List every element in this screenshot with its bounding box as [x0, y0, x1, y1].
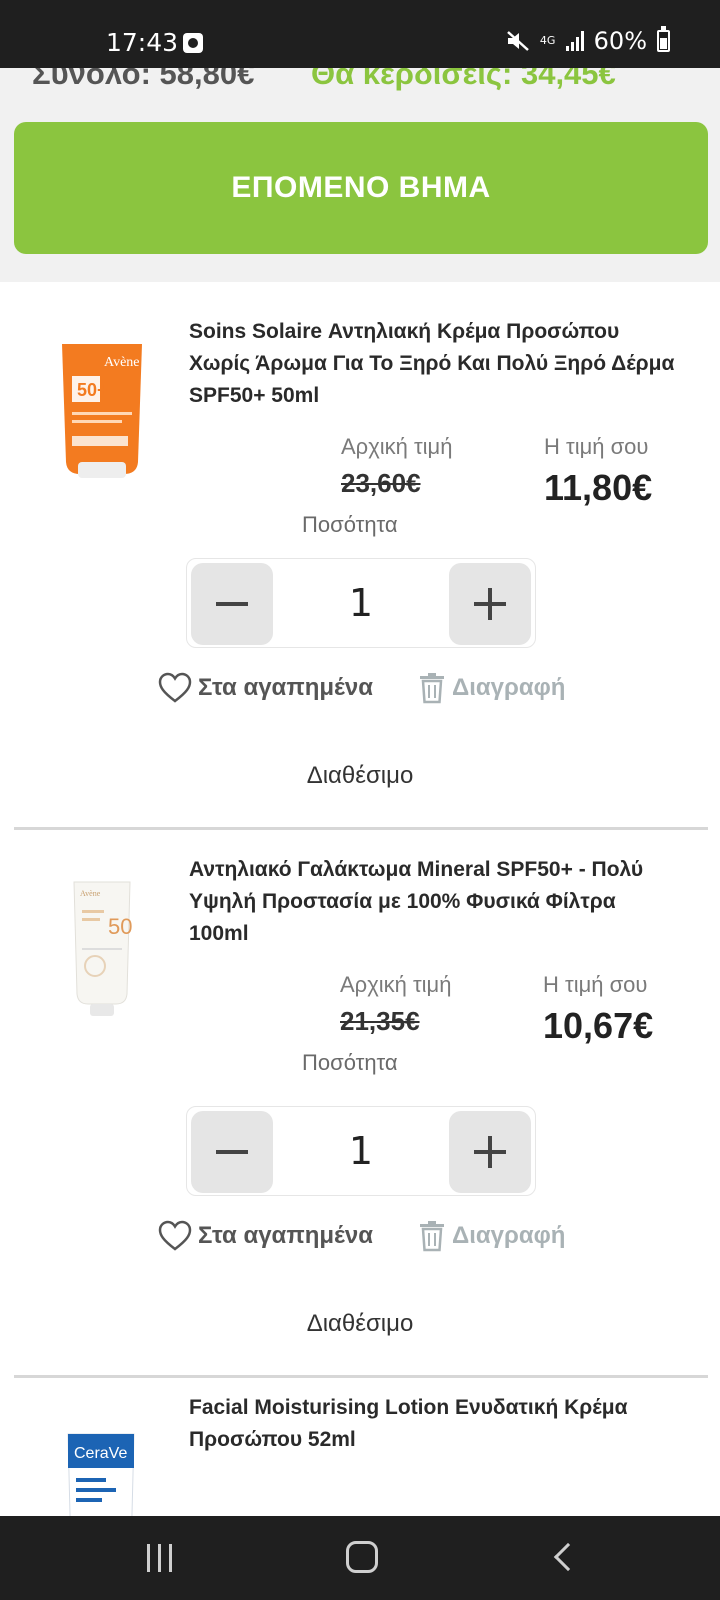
status-bar: 17:43 4G 60%: [0, 0, 720, 68]
checkout-summary: Σύνολο: 58,80€ Θα κερδίσεις: 34,45€ ΕΠΟΜ…: [0, 68, 720, 282]
delete-item[interactable]: Διαγραφή: [418, 672, 565, 704]
cart-item: 50+ Avène Soins Solaire Αντηλιακή Κρέμα …: [0, 282, 720, 830]
add-to-favorites[interactable]: Στα αγαπημένα: [158, 672, 373, 704]
home-icon[interactable]: [346, 1541, 378, 1573]
status-time: 17:43: [106, 28, 179, 57]
original-price-label: Αρχική τιμή: [341, 434, 453, 459]
product-image[interactable]: 50+ Avène: [50, 336, 160, 486]
trash-icon: [420, 1221, 444, 1252]
final-price: 11,80€: [544, 467, 653, 508]
product-title[interactable]: Αντηλιακό Γαλάκτωμα Mineral SPF50+ - Πολ…: [189, 854, 679, 950]
signal-icon: [565, 31, 584, 51]
product-image[interactable]: Avène 50: [50, 870, 160, 1020]
cart-item: Avène 50 Αντηλιακό Γαλάκτωμα Mineral SPF…: [0, 830, 720, 1378]
delete-item[interactable]: Διαγραφή: [418, 1220, 565, 1252]
heart-icon: [158, 672, 192, 703]
thumb-spf: 50+: [77, 380, 108, 400]
product-title[interactable]: Facial Moisturising Lotion Ενυδατική Κρέ…: [189, 1392, 679, 1456]
cart-total: Σύνολο: 58,80€: [32, 68, 255, 91]
trash-icon: [420, 673, 444, 704]
final-price: 10,67€: [543, 1005, 654, 1046]
availability-status: Διαθέσιμο: [306, 1310, 414, 1337]
quantity-label: Ποσότητα: [302, 512, 398, 537]
your-price-label: Η τιμή σου: [543, 972, 648, 997]
cart-savings: Θα κερδίσεις: 34,45€: [311, 68, 616, 91]
delete-label: Διαγραφή: [452, 674, 566, 701]
quantity-stepper: 1: [186, 558, 536, 648]
thumb-spf: 50: [108, 914, 132, 939]
quantity-stepper: 1: [186, 1106, 536, 1196]
your-price-label: Η τιμή σου: [544, 434, 649, 459]
battery-percent: 60%: [593, 27, 647, 55]
recent-apps-icon[interactable]: [147, 1544, 172, 1572]
favorites-label: Στα αγαπημένα: [198, 1222, 373, 1249]
product-title[interactable]: Soins Solaire Αντηλιακή Κρέμα Προσώπου Χ…: [189, 316, 679, 412]
delete-label: Διαγραφή: [452, 1222, 566, 1249]
next-step-button[interactable]: ΕΠΟΜΕΝΟ ΒΗΜΑ: [14, 122, 708, 254]
back-icon[interactable]: [553, 1542, 583, 1572]
thumb-brand: Avène: [104, 355, 140, 370]
battery-icon: [657, 26, 670, 52]
original-price: 23,60€: [341, 468, 421, 498]
heart-icon: [158, 1220, 192, 1251]
product-image[interactable]: CeraVe: [50, 1430, 160, 1516]
system-nav-bar: [0, 1516, 720, 1600]
original-price: 21,35€: [340, 1006, 420, 1036]
increase-quantity-button[interactable]: [449, 1111, 531, 1193]
quantity-label: Ποσότητα: [302, 1050, 398, 1075]
thumb-brand: Avène: [80, 889, 101, 898]
alarm-icon: [183, 33, 203, 53]
network-type: 4G: [539, 34, 556, 47]
status-icons: 4G 60%: [506, 26, 670, 55]
increase-quantity-button[interactable]: [449, 563, 531, 645]
cart-item: CeraVe Facial Moisturising Lotion Ενυδατ…: [0, 1378, 720, 1516]
mute-icon: [506, 30, 530, 52]
add-to-favorites[interactable]: Στα αγαπημένα: [158, 1220, 373, 1252]
availability-status: Διαθέσιμο: [306, 762, 414, 789]
thumb-brand: CeraVe: [74, 1445, 127, 1462]
favorites-label: Στα αγαπημένα: [198, 674, 373, 701]
original-price-label: Αρχική τιμή: [340, 972, 452, 997]
